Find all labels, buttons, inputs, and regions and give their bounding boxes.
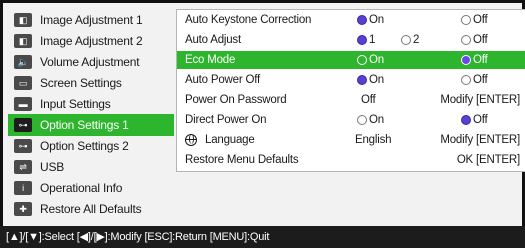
option-label: 2 [413, 34, 420, 46]
menu-item-image-adjustment-1[interactable]: ◧ Image Adjustment 1 [8, 9, 174, 31]
info-icon: i [14, 181, 32, 195]
menu-item-label: Restore All Defaults [40, 202, 142, 216]
menu-item-label: Image Adjustment 2 [40, 34, 143, 48]
radio-option-on[interactable]: On [357, 74, 384, 86]
globe-icon [185, 134, 197, 146]
option-icon: ⊶ [14, 139, 32, 153]
setting-row-auto-power-off[interactable]: Auto Power Off On Off [177, 71, 525, 89]
setting-value: Off [361, 94, 376, 106]
menu-item-volume-adjustment[interactable]: 🔈 Volume Adjustment [8, 51, 174, 73]
menu-item-label: Image Adjustment 1 [40, 13, 143, 27]
radio-option-off[interactable]: Off [461, 34, 488, 46]
setting-label: Eco Mode [185, 54, 236, 66]
radio-button[interactable] [461, 115, 471, 125]
option-label: Off [473, 14, 488, 26]
radio-button[interactable] [357, 115, 367, 125]
menu-item-usb[interactable]: ⇌ USB [8, 156, 174, 178]
radio-option-off[interactable]: Off [461, 14, 488, 26]
menu-item-label: Option Settings 2 [40, 139, 129, 153]
option-label: On [369, 74, 384, 86]
menu-item-screen-settings[interactable]: ▭ Screen Settings [8, 72, 174, 94]
setting-row-eco-mode[interactable]: Eco Mode On Off [177, 51, 525, 69]
radio-button[interactable] [357, 35, 367, 45]
radio-option-1[interactable]: 1 [357, 34, 375, 46]
menu-item-option-settings-1[interactable]: ⊶ Option Settings 1 [8, 114, 174, 136]
language-label-group: Language [185, 134, 255, 146]
settings-panel: Auto Keystone Correction On Off Auto Adj… [176, 9, 525, 172]
setting-label: Power On Password [185, 94, 287, 106]
option-icon: ⊶ [14, 118, 32, 132]
screen-icon: ▭ [14, 76, 32, 90]
menu-item-input-settings[interactable]: ▬ Input Settings [8, 93, 174, 115]
menu-item-label: Screen Settings [40, 76, 122, 90]
option-label: On [369, 54, 384, 66]
radio-option-on[interactable]: On [357, 14, 384, 26]
radio-button[interactable] [461, 55, 471, 65]
speaker-icon: 🔈 [14, 55, 32, 69]
radio-option-off[interactable]: Off [461, 74, 488, 86]
setting-label: Restore Menu Defaults [185, 154, 299, 166]
radio-button[interactable] [461, 75, 471, 85]
menu-item-operational-info[interactable]: i Operational Info [8, 177, 174, 199]
setting-row-auto-adjust[interactable]: Auto Adjust 1 2 Off [177, 31, 525, 49]
help-text: [▲]/[▼]:Select [◀]/[▶]:Modify [ESC]:Retu… [6, 231, 270, 243]
radio-button[interactable] [401, 35, 411, 45]
menu-item-image-adjustment-2[interactable]: ◧ Image Adjustment 2 [8, 30, 174, 52]
radio-button[interactable] [461, 35, 471, 45]
setting-row-language[interactable]: Language English Modify [ENTER] [177, 131, 525, 149]
image-adjust-icon: ◧ [14, 13, 32, 27]
setting-row-restore-menu-defaults[interactable]: Restore Menu Defaults OK [ENTER] [177, 151, 525, 169]
setting-label: Auto Power Off [185, 74, 260, 86]
input-icon: ▬ [14, 97, 32, 111]
main-menu: ◧ Image Adjustment 1 ◧ Image Adjustment … [8, 9, 174, 219]
radio-button[interactable] [357, 55, 367, 65]
usb-icon: ⇌ [14, 160, 32, 174]
radio-option-2[interactable]: 2 [401, 34, 419, 46]
menu-item-label: Option Settings 1 [40, 118, 129, 132]
radio-option-off[interactable]: Off [461, 114, 488, 126]
menu-item-label: Input Settings [40, 97, 111, 111]
option-label: On [369, 114, 384, 126]
restore-icon: ✚ [14, 202, 32, 216]
ok-action[interactable]: OK [ENTER] [457, 154, 520, 166]
setting-row-auto-keystone[interactable]: Auto Keystone Correction On Off [177, 11, 525, 29]
modify-action[interactable]: Modify [ENTER] [440, 94, 520, 106]
radio-option-off[interactable]: Off [461, 54, 488, 66]
radio-button[interactable] [357, 15, 367, 25]
setting-label: Auto Keystone Correction [185, 14, 312, 26]
option-label: Off [473, 54, 488, 66]
menu-item-option-settings-2[interactable]: ⊶ Option Settings 2 [8, 135, 174, 157]
menu-item-restore-all-defaults[interactable]: ✚ Restore All Defaults [8, 198, 174, 220]
modify-action[interactable]: Modify [ENTER] [440, 134, 520, 146]
menu-item-label: USB [40, 160, 65, 174]
setting-row-direct-power-on[interactable]: Direct Power On On Off [177, 111, 525, 129]
image-adjust-icon: ◧ [14, 34, 32, 48]
setting-row-power-on-password[interactable]: Power On Password Off Modify [ENTER] [177, 91, 525, 109]
option-label: On [369, 14, 384, 26]
radio-button[interactable] [357, 75, 367, 85]
radio-button[interactable] [461, 15, 471, 25]
setting-value: English [355, 134, 392, 146]
option-label: 1 [369, 34, 376, 46]
option-label: Off [473, 34, 488, 46]
setting-label: Direct Power On [185, 114, 267, 126]
radio-option-on[interactable]: On [357, 54, 384, 66]
option-label: Off [473, 114, 488, 126]
radio-option-on[interactable]: On [357, 114, 384, 126]
menu-item-label: Volume Adjustment [40, 55, 140, 69]
option-label: Off [473, 74, 488, 86]
menu-item-label: Operational Info [40, 181, 123, 195]
help-bar: [▲]/[▼]:Select [◀]/[▶]:Modify [ESC]:Retu… [0, 226, 525, 248]
setting-label: Language [205, 134, 255, 146]
setting-label: Auto Adjust [185, 34, 241, 46]
projector-menu: ◧ Image Adjustment 1 ◧ Image Adjustment … [0, 0, 525, 248]
